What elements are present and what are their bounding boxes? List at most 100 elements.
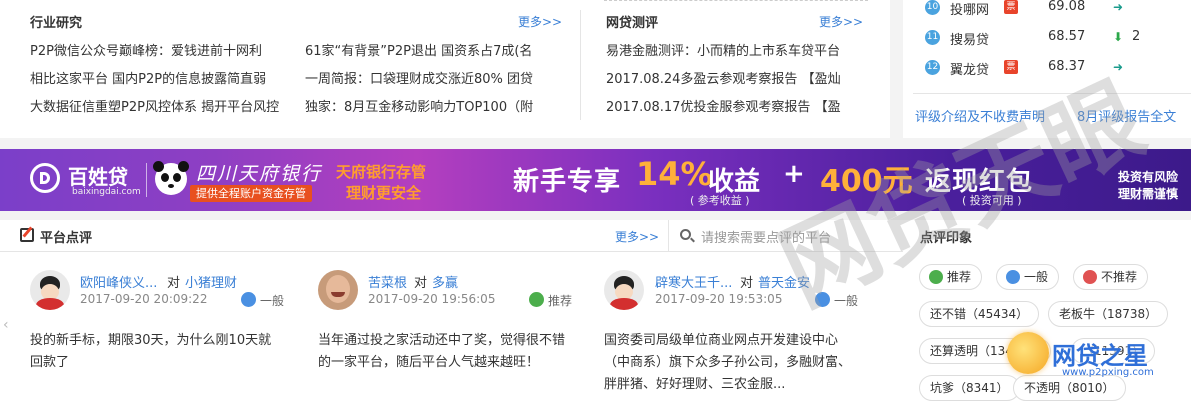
avatar[interactable] — [318, 270, 358, 310]
industry-panel: 行业研究 更多>> P2P微信公众号巅峰榜：爱钱进前十网利 相比这家平台 国内P… — [0, 0, 580, 138]
promo-percentage: 14% — [636, 155, 713, 193]
dui-label: 对 — [740, 276, 754, 291]
avatar[interactable] — [30, 270, 70, 310]
not-recommend-label: 不推荐 — [1101, 270, 1138, 284]
ticket-badge-icon: 票 — [1004, 0, 1018, 14]
promo-amount: 400元 — [820, 164, 913, 199]
smile-icon — [529, 292, 544, 307]
neutral-label: 一般 — [1024, 270, 1049, 284]
ranking-panel: 10 投哪网 票 69.08 ➜ 11 搜易贷 68.57 ⬇ 2 12 翼龙贷… — [903, 0, 1191, 138]
risk-line-2: 理财需谨慎 — [1118, 187, 1179, 201]
reviewer-name[interactable]: 辟寒大王千... — [655, 272, 732, 291]
industry-news-3[interactable]: 大数据征信重塑P2P风控体系 揭开平台风控 — [30, 96, 285, 115]
custody-line-2: 理财更安全 — [346, 184, 422, 202]
search-icon-handle — [690, 237, 695, 243]
rating-label: 一般 — [834, 294, 859, 308]
search-input[interactable]: 请搜索需要点评的平台 — [701, 227, 831, 246]
impression-tag[interactable]: （11591） — [1071, 338, 1156, 364]
rank-number: 10 — [925, 0, 940, 15]
rank-score: 69.08 — [1048, 0, 1086, 14]
industry-news-2[interactable]: 相比这家平台 国内P2P的信息披露简直弱 — [30, 68, 285, 87]
impression-title: 点评印象 — [920, 231, 973, 246]
reviewed-platform[interactable]: 普天金安 — [758, 272, 810, 291]
impression-tag[interactable]: 老板牛（18738） — [1048, 301, 1169, 327]
rank-number: 11 — [925, 30, 940, 45]
trend-change-value: 2 — [1132, 29, 1141, 44]
industry-title: 行业研究 — [30, 16, 83, 31]
industry-news-5[interactable]: 一周简报：口袋理财成交涨近80% 团贷 — [305, 68, 565, 87]
impression-panel: 点评印象 推荐 一般 不推荐 还不错（45434） 老板牛（18738） 还算透… — [903, 220, 1191, 406]
recommend-button[interactable]: 推荐 — [919, 264, 983, 290]
dui-label: 对 — [167, 276, 181, 291]
review-title: 平台点评 — [40, 231, 93, 246]
evaluation-item-3[interactable]: 2017.08.17优投金服参观考察报告 【盈 — [606, 96, 876, 115]
trend-down-icon: ⬇ — [1113, 30, 1124, 44]
promo-banner[interactable]: 百姓贷 baixingdai.com 四川天府银行 提供全程账户资金存管 天府银… — [0, 149, 1191, 211]
review-time: 2017-09-20 19:56:05 — [368, 292, 496, 306]
impression-tag[interactable]: 还算透明（13480） — [919, 338, 1052, 364]
neutral-face-icon — [241, 292, 256, 307]
reviewed-platform[interactable]: 小猪理财 — [185, 272, 237, 291]
recommend-label: 推荐 — [947, 270, 972, 284]
logo-text: 百姓贷 — [68, 165, 128, 189]
promo-text-a: 新手专享 — [513, 167, 622, 197]
dui-label: 对 — [414, 276, 428, 291]
trend-flat-icon: ➜ — [1113, 0, 1124, 14]
not-recommend-button[interactable]: 不推荐 — [1073, 264, 1149, 290]
promo-plus: + — [783, 159, 805, 189]
ticket-badge-icon: 票 — [1004, 60, 1018, 74]
impression-tag[interactable]: 不透明（8010） — [1013, 375, 1126, 401]
dashed-divider — [604, 0, 868, 1]
reviewer-name[interactable]: 苦菜根 — [368, 272, 407, 291]
review-time: 2017-09-20 20:09:22 — [80, 292, 208, 306]
edit-icon — [20, 226, 34, 242]
risk-line-1: 投资有风险 — [1118, 170, 1179, 184]
promo-note-1: ( 参考收益 ) — [690, 194, 750, 207]
divider — [913, 93, 1191, 94]
bank-slogan: 提供全程账户资金存管 — [190, 185, 312, 202]
rank-score: 68.57 — [1048, 29, 1086, 44]
bank-name: 四川天府银行 — [196, 163, 323, 185]
industry-news-1[interactable]: P2P微信公众号巅峰榜：爱钱进前十网利 — [30, 40, 285, 59]
impression-tag[interactable]: 还不错（45434） — [919, 301, 1040, 327]
industry-news-4[interactable]: 61家“有背景”P2P退出 国资系占7成(名 — [305, 40, 565, 59]
neutral-face-icon — [1006, 270, 1020, 284]
review-panel: 平台点评 更多>> 请搜索需要点评的平台 ‹ 欧阳峰侠义... 对 小猪理财 2… — [0, 220, 903, 406]
reviewed-platform[interactable]: 多赢 — [432, 272, 458, 291]
rank-platform-name[interactable]: 翼龙贷 — [950, 59, 989, 78]
search-box[interactable]: 请搜索需要点评的平台 — [668, 220, 903, 252]
divider — [580, 10, 581, 120]
review-time: 2017-09-20 19:53:05 — [655, 292, 783, 306]
rank-number: 12 — [925, 60, 940, 75]
evaluation-more-link[interactable]: 更多>> — [819, 13, 863, 30]
rank-score: 68.37 — [1048, 59, 1086, 74]
rank-platform-name[interactable]: 搜易贷 — [950, 29, 989, 48]
panda-icon — [153, 161, 189, 195]
custody-line-1: 天府银行存管 — [336, 163, 427, 181]
promo-note-2: ( 投资可用 ) — [962, 194, 1022, 207]
review-text: 当年通过投之家活动还中了奖，觉得很不错的一家平台，随后平台人气越来越旺！ — [318, 333, 566, 370]
rating-label: 一般 — [260, 294, 285, 308]
rank-platform-name[interactable]: 投哪网 — [950, 0, 989, 18]
evaluation-item-2[interactable]: 2017.08.24多盈云参观考察报告 【盈灿 — [606, 68, 876, 87]
industry-news-6[interactable]: 独家：8月互金移动影响力TOP100（附 — [305, 96, 565, 115]
industry-more-link[interactable]: 更多>> — [518, 13, 562, 30]
rating-label: 推荐 — [548, 294, 573, 308]
logo-subtext: baixingdai.com — [72, 187, 141, 197]
review-more-link[interactable]: 更多>> — [615, 228, 659, 245]
rating-intro-link[interactable]: 评级介绍及不收费声明 — [915, 106, 1045, 125]
trend-flat-icon: ➜ — [1113, 60, 1124, 74]
neutral-button[interactable]: 一般 — [996, 264, 1060, 290]
review-text: 国资委司局级单位商业网点开发建设中心（中商系）旗下众多子孙公司，多融财富、胖胖猪… — [604, 333, 852, 392]
avatar[interactable] — [604, 270, 644, 310]
divider — [146, 163, 147, 197]
neutral-face-icon — [815, 292, 830, 307]
rating-report-link[interactable]: 8月评级报告全文 — [1077, 106, 1176, 125]
impression-tag[interactable]: 坑爹（8341） — [919, 375, 1020, 401]
evaluation-item-1[interactable]: 易港金融测评：小而精的上市系车贷平台 — [606, 40, 876, 59]
carousel-prev-arrow[interactable]: ‹ — [3, 317, 9, 333]
evaluation-title: 网贷测评 — [606, 16, 659, 31]
baixingdai-logo-icon — [30, 163, 60, 193]
sad-face-icon — [1083, 270, 1097, 284]
reviewer-name[interactable]: 欧阳峰侠义... — [80, 272, 157, 291]
